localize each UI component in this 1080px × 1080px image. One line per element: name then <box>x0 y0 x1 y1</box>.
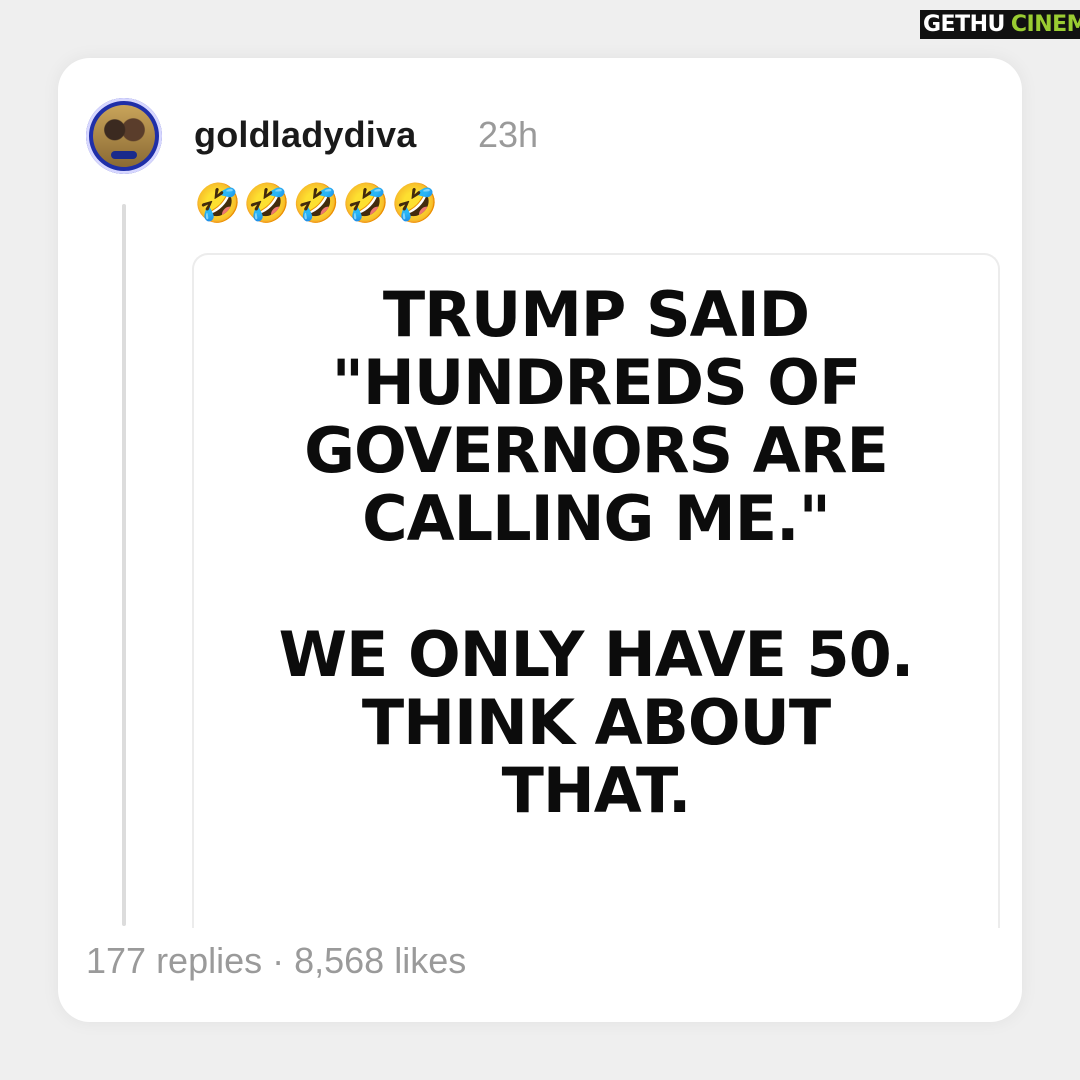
meme-line-3: GOVERNORS ARE <box>304 414 889 487</box>
avatar[interactable] <box>86 98 162 174</box>
thread-line <box>122 204 126 926</box>
post-timestamp: 23h <box>478 114 539 155</box>
post-card: goldladydiva 23h 🤣🤣🤣🤣🤣 TRUMP SAID "HUNDR… <box>58 58 1022 1022</box>
meme-line-4: CALLING ME." <box>362 482 831 555</box>
meme-spacer <box>194 553 998 621</box>
meme-line-5: WE ONLY HAVE 50. <box>278 618 915 691</box>
post-stats[interactable]: 177 replies · 8,568 likes <box>86 940 466 982</box>
meme-line-6: THINK ABOUT <box>361 686 831 759</box>
post-image[interactable]: TRUMP SAID "HUNDREDS OF GOVERNORS ARE CA… <box>192 253 1000 928</box>
watermark-logo: GETHUCINEMA <box>916 4 1080 44</box>
username[interactable]: goldladydiva <box>194 114 416 156</box>
meme-line-7: THAT. <box>501 754 692 827</box>
watermark-part1: GETHU <box>920 9 1008 39</box>
post-caption-emojis: 🤣🤣🤣🤣🤣 <box>194 183 441 225</box>
avatar-photo <box>93 105 155 167</box>
watermark-part2: CINEMA <box>1007 9 1080 39</box>
meme-line-2: "HUNDREDS OF <box>331 346 862 419</box>
meme-line-1: TRUMP SAID <box>382 278 810 351</box>
watermark-text: GETHUCINEMA <box>916 6 1080 42</box>
meme-text: TRUMP SAID "HUNDREDS OF GOVERNORS ARE CA… <box>194 281 998 825</box>
